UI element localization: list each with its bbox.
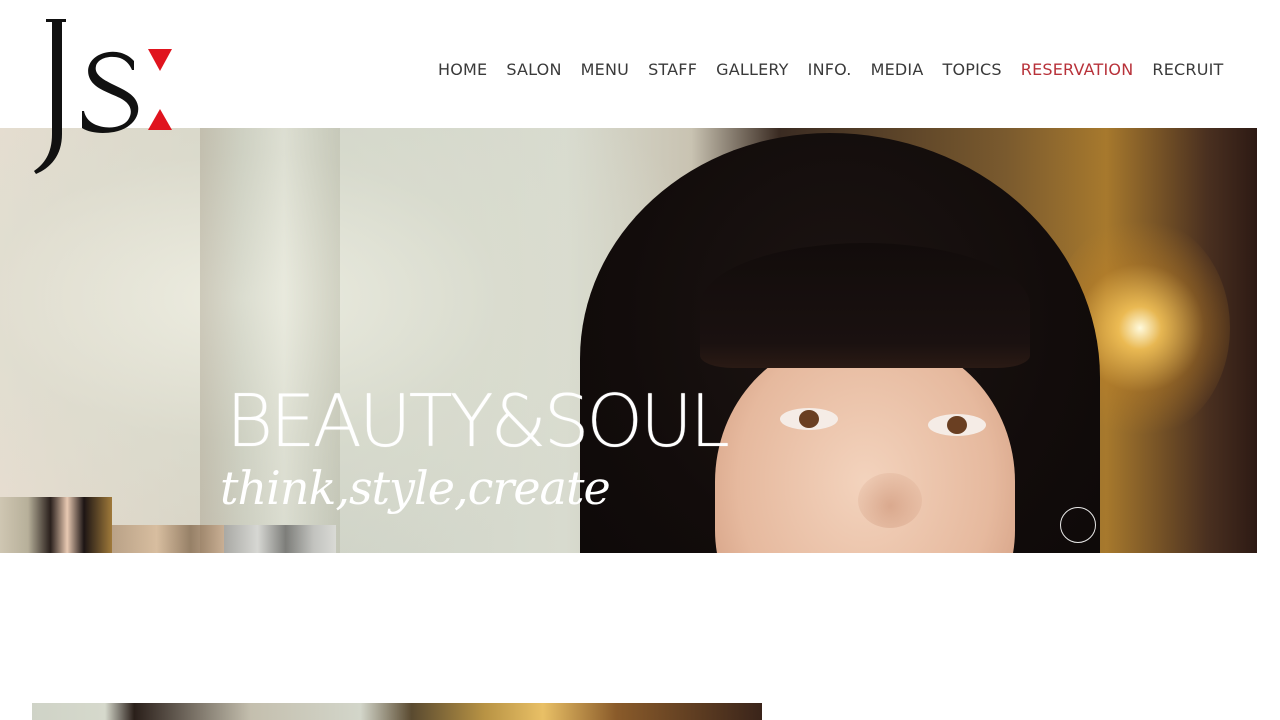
site-header: HOME SALON MENU STAFF GALLERY INFO. MEDI… bbox=[0, 0, 1280, 174]
hero-slider: BEAUTY&SOUL think,style,create bbox=[0, 128, 1257, 553]
nav-item-staff[interactable]: STAFF bbox=[648, 60, 697, 79]
hero-title: BEAUTY&SOUL bbox=[226, 379, 730, 463]
nav-item-gallery[interactable]: GALLERY bbox=[716, 60, 789, 79]
brand-logo[interactable] bbox=[30, 16, 180, 178]
hero-model-eye-left bbox=[780, 408, 838, 430]
nav-item-recruit[interactable]: RECRUIT bbox=[1152, 60, 1223, 79]
hero-model-nose bbox=[858, 473, 922, 528]
content-preview-image bbox=[32, 703, 762, 720]
slide-timer-circle-icon[interactable] bbox=[1060, 507, 1096, 543]
nav-item-media[interactable]: MEDIA bbox=[871, 60, 924, 79]
nav-item-topics[interactable]: TOPICS bbox=[943, 60, 1002, 79]
slide-thumbnails bbox=[0, 497, 336, 553]
nav-item-info[interactable]: INFO. bbox=[808, 60, 852, 79]
nav-item-home[interactable]: HOME bbox=[438, 60, 487, 79]
hero-model-bangs bbox=[700, 243, 1030, 368]
slide-thumbnail-2[interactable] bbox=[112, 525, 224, 553]
main-nav: HOME SALON MENU STAFF GALLERY INFO. MEDI… bbox=[438, 60, 1224, 79]
nav-item-reservation[interactable]: RESERVATION bbox=[1021, 60, 1134, 79]
slide-thumbnail-3[interactable] bbox=[224, 525, 336, 553]
nav-item-menu[interactable]: MENU bbox=[581, 60, 629, 79]
nav-item-salon[interactable]: SALON bbox=[506, 60, 561, 79]
hero-model-eye-right bbox=[928, 414, 986, 436]
slide-thumbnail-1[interactable] bbox=[0, 497, 112, 553]
